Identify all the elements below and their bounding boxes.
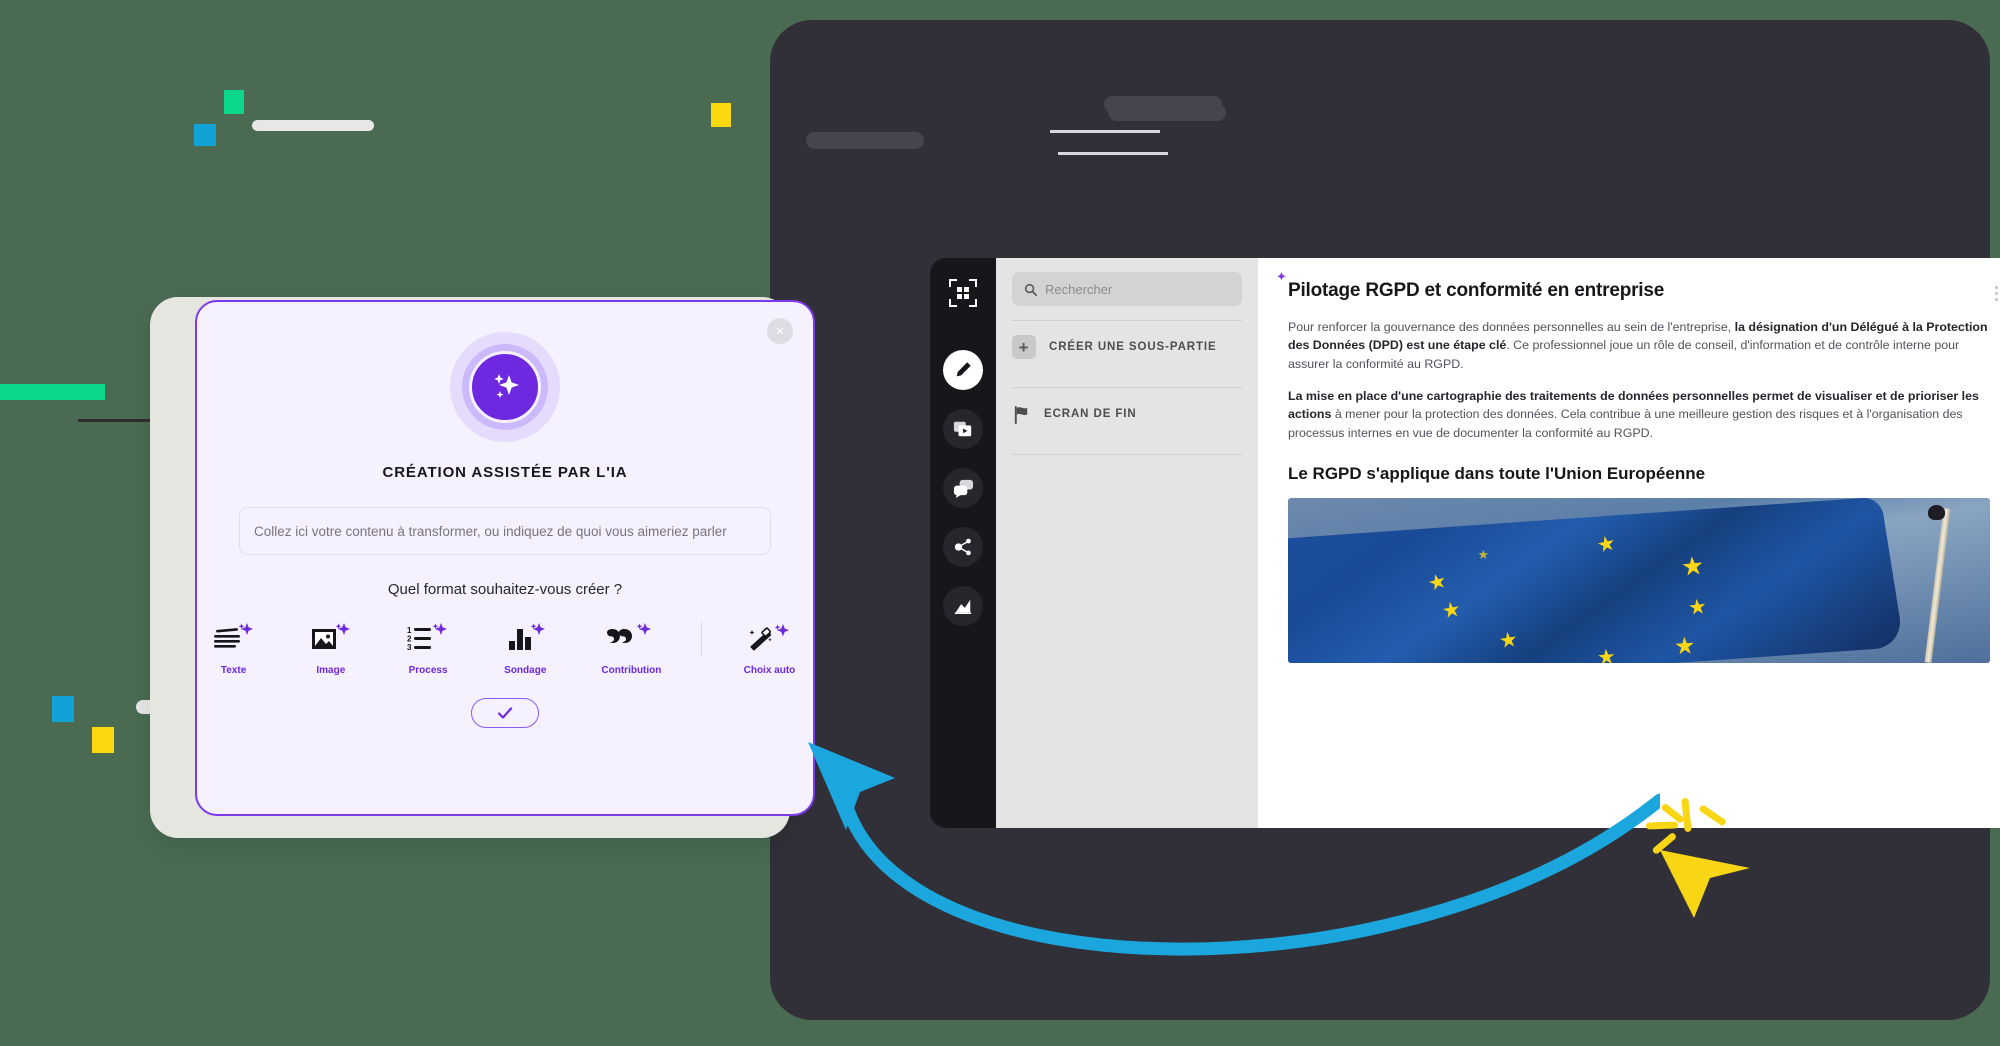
format-option-sondage[interactable]: Sondage: [489, 618, 562, 676]
ai-creation-modal: × CRÉATION ASSISTÉE PAR L'IA Quel format…: [195, 300, 815, 816]
ai-badge-ring: [462, 344, 548, 430]
deco-square-yellow-top: [711, 103, 731, 127]
flag-pole-knob: [1928, 504, 1946, 520]
flag-pole: [1924, 508, 1951, 663]
format-option-process[interactable]: 1 2 3 Process: [391, 618, 464, 676]
pencil-icon: [956, 362, 971, 377]
deco-square-yellow-bottom: [92, 727, 114, 753]
format-question: Quel format souhaitez-vous créer ?: [387, 581, 623, 598]
search-input[interactable]: Rechercher: [1012, 272, 1242, 306]
deco-bar-green-left: [0, 384, 105, 400]
slides-icon: [953, 421, 972, 437]
nav-divider: [1012, 454, 1242, 455]
svg-text:3: 3: [407, 643, 412, 652]
p1-before: Pour renforcer la gouvernance des donnée…: [1288, 320, 1735, 334]
ai-badge: [450, 332, 560, 442]
rail-button-chat[interactable]: [943, 468, 983, 508]
sparkles-icon: [469, 351, 541, 423]
format-option-image[interactable]: Image: [294, 618, 367, 676]
deco-square-blue-bottom: [52, 696, 74, 722]
modal-title: CRÉATION ASSISTÉE PAR L'IA: [382, 464, 628, 481]
quote-icon: [607, 618, 655, 658]
icon-rail: [930, 258, 996, 828]
p2-after: à mener pour la protection des données. …: [1288, 407, 1963, 440]
document-subtitle: Le RGPD s'applique dans toute l'Union Eu…: [1288, 464, 1706, 484]
deco-dark-line-top-right: [1050, 130, 1160, 133]
document-title: Pilotage RGPD et conformité en entrepris…: [1288, 280, 1665, 301]
sparkle-icon: ✦: [1276, 269, 1287, 284]
document-paragraph-1: Pour renforcer la gouvernance des donnée…: [1288, 318, 1990, 373]
nav-item-label: ECRAN DE FIN: [1044, 408, 1137, 420]
image-icon: [309, 618, 353, 658]
deco-square-blue-top: [194, 124, 216, 146]
rail-button-pencil[interactable]: [943, 350, 983, 390]
flag-cloth: [1288, 498, 1905, 664]
confirm-button[interactable]: [471, 698, 539, 728]
format-divider: [700, 622, 702, 656]
format-option-contribution[interactable]: Contribution: [586, 618, 677, 676]
rail-button-share[interactable]: [943, 527, 983, 567]
format-label: Contribution: [601, 665, 662, 676]
rail-button-stats[interactable]: [943, 586, 983, 626]
flag-icon: [1014, 405, 1028, 424]
nav-item-create-subpart[interactable]: + CRÉER UNE SOUS-PARTIE: [1012, 321, 1242, 373]
prompt-input[interactable]: [239, 507, 771, 555]
deco-dark-pill-left: [806, 132, 924, 149]
format-label: Process: [408, 665, 448, 676]
screenshot-stage: Rechercher + CRÉER UNE SOUS-PARTIE ECRAN…: [0, 0, 2000, 1046]
format-option-texte[interactable]: Texte: [197, 618, 270, 676]
format-label: Sondage: [504, 665, 547, 676]
deco-dark-line-right: [1058, 152, 1168, 155]
format-label: Image: [316, 665, 346, 676]
search-icon: [1024, 283, 1037, 296]
nav-panel: Rechercher + CRÉER UNE SOUS-PARTIE ECRAN…: [996, 258, 1258, 828]
grid-frame-icon[interactable]: [946, 276, 980, 310]
search-placeholder: Rechercher: [1045, 281, 1113, 297]
deco-pill-white-top: [252, 120, 374, 131]
rail-button-slides[interactable]: [943, 409, 983, 449]
nav-item-end-screen[interactable]: ECRAN DE FIN: [1012, 388, 1242, 440]
deco-square-green-top: [224, 90, 244, 114]
deco-dark-pill-top-right: [1104, 96, 1222, 113]
plus-icon: +: [1012, 335, 1036, 359]
format-label: Choix auto: [743, 665, 796, 676]
bar-chart-icon: [503, 618, 547, 658]
numbered-list-icon: 1 2 3: [406, 618, 450, 658]
check-icon: [497, 707, 513, 719]
close-icon[interactable]: ×: [767, 318, 793, 344]
chat-icon: [953, 479, 973, 498]
eu-flag-image: ★ ★ ★ ★ ★ ★ ★ ★ ★: [1288, 498, 1990, 664]
format-label: Texte: [220, 665, 247, 676]
document-paragraph-2: La mise en place d'une cartographie des …: [1288, 387, 1990, 442]
stats-icon: [954, 599, 972, 614]
document-content-panel: ✦ Pilotage RGPD et conformité en entrepr…: [1258, 258, 2000, 828]
editor-window: Rechercher + CRÉER UNE SOUS-PARTIE ECRAN…: [930, 258, 2000, 828]
text-lines-icon: [212, 618, 256, 658]
format-options: Texte Image 1 2 3 Process Sondage Contri…: [197, 618, 813, 676]
nav-item-label: CRÉER UNE SOUS-PARTIE: [1049, 341, 1217, 353]
magic-wand-icon: [745, 618, 793, 658]
share-node-icon: [954, 538, 971, 556]
kebab-menu-icon[interactable]: [1995, 286, 1998, 301]
format-option-choix-auto[interactable]: Choix auto: [726, 618, 813, 676]
